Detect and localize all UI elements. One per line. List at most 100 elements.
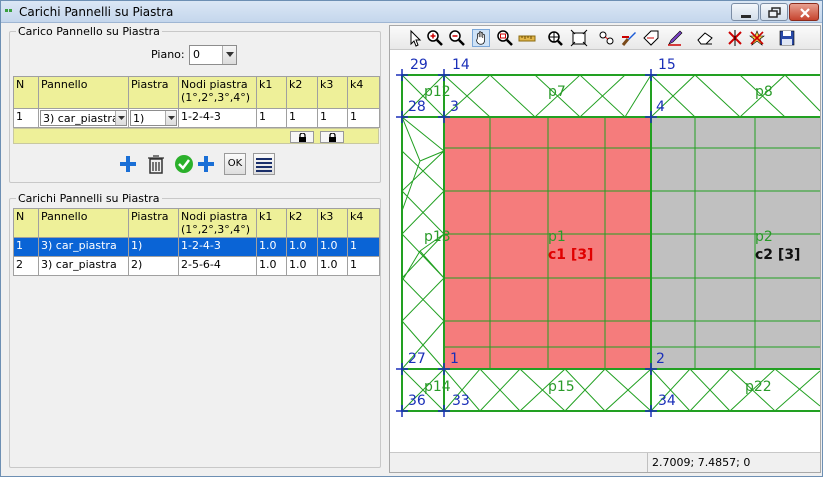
header-k1: k1	[256, 76, 287, 109]
fit-view-icon[interactable]	[570, 29, 588, 47]
dropdown-button[interactable]	[222, 46, 236, 64]
main-window: Carichi Pannelli su Piastra Carico Panne…	[0, 0, 823, 477]
minimize-icon	[741, 15, 751, 18]
cell-piastra[interactable]: 1)	[128, 108, 179, 128]
header-k2: k2	[286, 208, 318, 238]
header-pannello: Pannello	[38, 76, 129, 109]
graphics-toolbar	[390, 26, 820, 50]
panel-label: p15	[548, 379, 575, 395]
status-pane	[390, 453, 648, 472]
piano-select[interactable]: 0	[189, 45, 237, 65]
tag-edit-icon[interactable]	[642, 29, 660, 47]
add-button[interactable]	[117, 153, 139, 175]
header-nodi-line2: (1°,2°,3°,4°)	[181, 91, 251, 104]
dropdown-button[interactable]	[165, 111, 176, 125]
header-piastra: Piastra	[128, 208, 179, 238]
measure-icon[interactable]	[518, 29, 536, 47]
cell-nodi[interactable]: 1-2-4-3	[178, 108, 257, 128]
list-view-button[interactable]	[253, 153, 275, 175]
ok-button[interactable]: OK	[224, 153, 246, 175]
cell-n: 1	[13, 108, 39, 128]
header-k3: k3	[317, 208, 348, 238]
cell-k3[interactable]: 1	[317, 108, 348, 128]
lock-bar	[13, 128, 379, 144]
close-icon	[800, 8, 810, 18]
cell-n: 1	[13, 237, 39, 257]
delete-node-icon[interactable]	[726, 29, 744, 47]
list-icon	[256, 158, 272, 172]
chevron-down-icon	[168, 116, 175, 120]
header-nodi-line1: Nodi piastra	[181, 78, 248, 91]
status-bar: 2.7009; 7.4857; 0	[390, 452, 820, 472]
zoom-window-icon[interactable]	[496, 29, 514, 47]
star-delete-icon[interactable]	[748, 29, 766, 47]
panel-label: p12	[424, 84, 451, 100]
lock-k2-toggle[interactable]	[290, 131, 314, 143]
piano-label: Piano:	[151, 48, 185, 61]
panel-label: p22	[745, 379, 772, 395]
node-label: 4	[656, 99, 665, 115]
save-icon[interactable]	[778, 29, 796, 47]
table-row[interactable]: 1 3) car_piastra 1) 1-2-4-3 1.0 1.0 1.0 …	[13, 237, 380, 257]
panel-label: p7	[548, 84, 566, 100]
group-legend: Carico Pannello su Piastra	[16, 25, 162, 38]
cell-nodi: 1-2-4-3	[178, 237, 257, 257]
cell-pannello: 3) car_piastra	[38, 256, 129, 276]
header-piastra: Piastra	[128, 76, 179, 109]
panel-p2	[651, 117, 820, 369]
table-row[interactable]: 2 3) car_piastra 2) 2-5-6-4 1.0 1.0 1.0 …	[13, 256, 380, 276]
piastra-select[interactable]: 1)	[130, 110, 177, 126]
restore-button[interactable]	[760, 3, 788, 21]
nodes-icon[interactable]	[598, 29, 616, 47]
check-plus-icon	[175, 155, 214, 173]
header-k4: k4	[347, 76, 380, 109]
trash-icon	[148, 155, 164, 174]
pointer-icon[interactable]	[406, 29, 424, 47]
zoom-out-icon[interactable]	[448, 29, 466, 47]
panel-label: p14	[424, 379, 451, 395]
zoom-extents-icon[interactable]	[546, 29, 564, 47]
pannello-select[interactable]: 3) car_piastra	[40, 110, 127, 126]
delete-button[interactable]	[145, 153, 167, 175]
node-label: 34	[658, 393, 676, 409]
cell-pannello[interactable]: 3) car_piastra	[38, 108, 129, 128]
cell-k3: 1.0	[317, 237, 348, 257]
node-label: 15	[658, 57, 676, 73]
panel-label: p1	[548, 229, 566, 245]
minimize-button[interactable]	[731, 3, 759, 21]
zoom-in-icon[interactable]	[426, 29, 444, 47]
node-label: 28	[408, 99, 426, 115]
pan-icon[interactable]	[472, 29, 490, 47]
confirm-add-button[interactable]	[173, 153, 219, 175]
cell-k1: 1.0	[256, 256, 287, 276]
close-button[interactable]	[789, 3, 819, 21]
chevron-down-icon	[118, 116, 125, 120]
mesh-drawing: 29 14 15 28 3 4 27 1 2 36 33 34 p12 p7 p…	[396, 57, 820, 417]
header-k1: k1	[256, 208, 287, 238]
brush-icon[interactable]	[620, 29, 638, 47]
header-k3: k3	[317, 76, 348, 109]
pen-icon[interactable]	[666, 29, 684, 47]
node-label: 27	[408, 351, 426, 367]
cell-k2[interactable]: 1	[286, 108, 318, 128]
input-grid: N Pannello Piastra Nodi piastra (1°,2°,3°…	[13, 76, 380, 128]
header-k2: k2	[286, 76, 318, 109]
graphics-panel: 29 14 15 28 3 4 27 1 2 36 33 34 p12 p7 p…	[389, 25, 821, 473]
cell-k2: 1.0	[286, 237, 318, 257]
cell-k1[interactable]: 1	[256, 108, 287, 128]
cell-piastra: 2)	[128, 256, 179, 276]
chevron-down-icon	[226, 52, 234, 57]
drawing-canvas[interactable]: 29 14 15 28 3 4 27 1 2 36 33 34 p12 p7 p…	[390, 51, 820, 451]
window-title: Carichi Pannelli su Piastra	[19, 5, 174, 19]
cell-k1: 1.0	[256, 237, 287, 257]
piastra-value: 1)	[133, 112, 145, 125]
dropdown-button[interactable]	[115, 111, 126, 125]
cursor-coordinates: 2.7009; 7.4857; 0	[652, 456, 751, 469]
eraser-icon[interactable]	[696, 29, 714, 47]
cell-k4[interactable]: 1	[347, 108, 380, 128]
lock-k3-toggle[interactable]	[320, 131, 344, 143]
panel-label: p13	[424, 229, 451, 245]
node-label: 33	[452, 393, 470, 409]
header-pannello: Pannello	[38, 208, 129, 238]
node-label: 14	[452, 57, 470, 73]
